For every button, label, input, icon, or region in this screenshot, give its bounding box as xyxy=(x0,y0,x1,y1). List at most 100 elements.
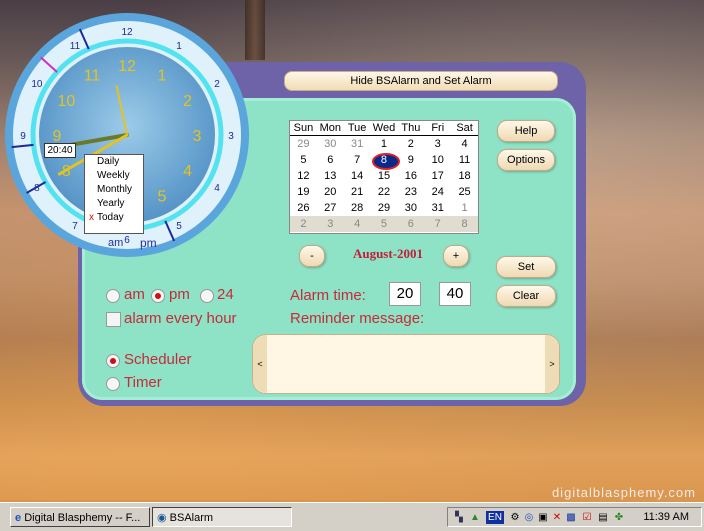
calendar-day[interactable]: 8 xyxy=(371,152,400,170)
calendar-day[interactable]: 7 xyxy=(424,216,452,232)
24h-radio[interactable] xyxy=(200,289,214,303)
clear-button[interactable]: Clear xyxy=(496,285,556,307)
scheduler-radio[interactable] xyxy=(106,354,120,368)
reminder-message-input[interactable]: < > xyxy=(252,334,560,394)
menu-item-label: Today xyxy=(97,212,124,223)
menu-item-today[interactable]: x Today xyxy=(85,211,143,225)
calendar-day[interactable]: 9 xyxy=(397,152,424,168)
clock-outer-number: 1 xyxy=(176,41,182,52)
weekday-fri: Fri xyxy=(424,121,452,136)
help-button[interactable]: Help xyxy=(497,120,555,142)
alarm-every-hour-checkbox[interactable] xyxy=(106,312,121,327)
disconnect-icon[interactable]: ✕ xyxy=(550,511,564,524)
calendar-day[interactable]: 16 xyxy=(397,168,424,184)
calendar-day[interactable]: 29 xyxy=(371,200,398,216)
menu-item-yearly[interactable]: Yearly xyxy=(85,197,143,211)
wallpaper-watermark: digitalblasphemy.com xyxy=(551,485,696,500)
calendar-day[interactable]: 3 xyxy=(424,136,451,152)
calendar-day[interactable]: 8 xyxy=(451,216,478,232)
pm-radio[interactable] xyxy=(151,289,165,303)
calendar-day[interactable]: 14 xyxy=(344,168,371,184)
menu-item-weekly[interactable]: Weekly xyxy=(85,169,143,183)
calendar-day[interactable]: 5 xyxy=(370,216,398,232)
set-button[interactable]: Set xyxy=(496,256,556,278)
clock-outer-number: 12 xyxy=(121,27,133,38)
taskbar-item-bsalarm[interactable]: ◉ BSAlarm xyxy=(152,507,292,527)
alarm-hour-input[interactable]: 20 xyxy=(389,282,421,306)
message-scroll-right-button[interactable]: > xyxy=(545,335,559,393)
calendar-day[interactable]: 31 xyxy=(344,136,371,152)
weekday-sun: Sun xyxy=(290,121,317,136)
printer-icon[interactable]: ▣ xyxy=(536,511,550,524)
clover-icon[interactable]: ✤ xyxy=(612,511,626,524)
calendar-day[interactable]: 10 xyxy=(424,152,451,168)
calendar-day[interactable]: 15 xyxy=(371,168,398,184)
calendar-day[interactable]: 11 xyxy=(451,152,478,168)
pm-label: pm xyxy=(169,286,190,303)
check-mark-icon: x xyxy=(89,212,94,223)
shield-icon[interactable]: ▲ xyxy=(468,511,482,524)
calendar-day[interactable]: 29 xyxy=(290,136,317,152)
taskbar-clock[interactable]: 11:39 AM xyxy=(643,511,689,523)
calendar-day[interactable]: 24 xyxy=(424,184,451,200)
menu-item-daily[interactable]: Daily xyxy=(85,155,143,169)
calendar-day[interactable]: 1 xyxy=(371,136,398,152)
calendar-day[interactable]: 26 xyxy=(290,200,317,216)
calendar-day[interactable]: 6 xyxy=(397,216,425,232)
calendar-day[interactable]: 20 xyxy=(317,184,344,200)
check-icon[interactable]: ☑ xyxy=(580,511,594,524)
am-label: am xyxy=(124,286,145,303)
hide-bsalarm-button[interactable]: Hide BSAlarm and Set Alarm xyxy=(284,71,558,91)
calendar-day[interactable]: 1 xyxy=(451,200,478,216)
language-indicator[interactable]: EN xyxy=(486,511,504,524)
options-button[interactable]: Options xyxy=(497,149,555,171)
globe-icon[interactable]: ◎ xyxy=(522,511,536,524)
calendar-day[interactable]: 30 xyxy=(397,200,424,216)
month-year-label: August-2001 xyxy=(352,246,424,261)
weekday-wed: Wed xyxy=(370,121,398,136)
computer-icon[interactable]: ▤ xyxy=(596,511,610,524)
calendar-day[interactable]: 30 xyxy=(317,136,344,152)
menu-item-label: Monthly xyxy=(97,184,133,195)
calendar-day[interactable]: 7 xyxy=(344,152,371,168)
calendar-day[interactable]: 28 xyxy=(344,200,371,216)
alarm-minute-input[interactable]: 40 xyxy=(439,282,471,306)
clock-outer-number: 5 xyxy=(176,221,182,232)
clock-am-label: am xyxy=(108,237,124,249)
calendar-day[interactable]: 17 xyxy=(424,168,451,184)
am-radio[interactable] xyxy=(106,289,120,303)
calendar-day[interactable]: 22 xyxy=(371,184,398,200)
calendar-day[interactable]: 4 xyxy=(343,216,371,232)
calendar-day[interactable]: 13 xyxy=(317,168,344,184)
calendar-day[interactable]: 25 xyxy=(451,184,478,200)
calendar-day[interactable]: 27 xyxy=(317,200,344,216)
calendar-day[interactable]: 18 xyxy=(451,168,478,184)
clock-inner-number: 2 xyxy=(183,93,192,110)
calendar-day[interactable]: 2 xyxy=(290,216,317,232)
tool-icon[interactable]: ⚙ xyxy=(508,511,522,524)
calendar-day[interactable]: 19 xyxy=(290,184,317,200)
clock-inner-number: 3 xyxy=(193,128,202,145)
clock-outer-number: 9 xyxy=(20,131,26,142)
message-scroll-left-button[interactable]: < xyxy=(253,335,267,393)
calendar-day[interactable]: 21 xyxy=(344,184,371,200)
menu-item-monthly[interactable]: Monthly xyxy=(85,183,143,197)
monitor-icon[interactable]: ▩ xyxy=(564,511,578,524)
calendar-day[interactable]: 23 xyxy=(397,184,424,200)
prev-month-button[interactable]: - xyxy=(299,245,325,267)
menu-item-label: Yearly xyxy=(97,198,125,209)
calendar-day[interactable]: 6 xyxy=(317,152,344,168)
calendar-day[interactable]: 3 xyxy=(316,216,344,232)
ie-icon: e xyxy=(15,512,22,524)
calendar-day[interactable]: 5 xyxy=(290,152,317,168)
weekday-sat: Sat xyxy=(451,121,479,136)
weekday-thu: Thu xyxy=(397,121,425,136)
calendar-day[interactable]: 4 xyxy=(451,136,478,152)
next-month-button[interactable]: + xyxy=(443,245,469,267)
network-icon[interactable]: ▚ xyxy=(452,511,466,524)
timer-radio[interactable] xyxy=(106,377,120,391)
calendar-day[interactable]: 31 xyxy=(424,200,451,216)
calendar-day[interactable]: 12 xyxy=(290,168,317,184)
taskbar-item-digital-blasphemy[interactable]: e Digital Blasphemy -- F... xyxy=(10,507,150,527)
calendar-day[interactable]: 2 xyxy=(397,136,424,152)
